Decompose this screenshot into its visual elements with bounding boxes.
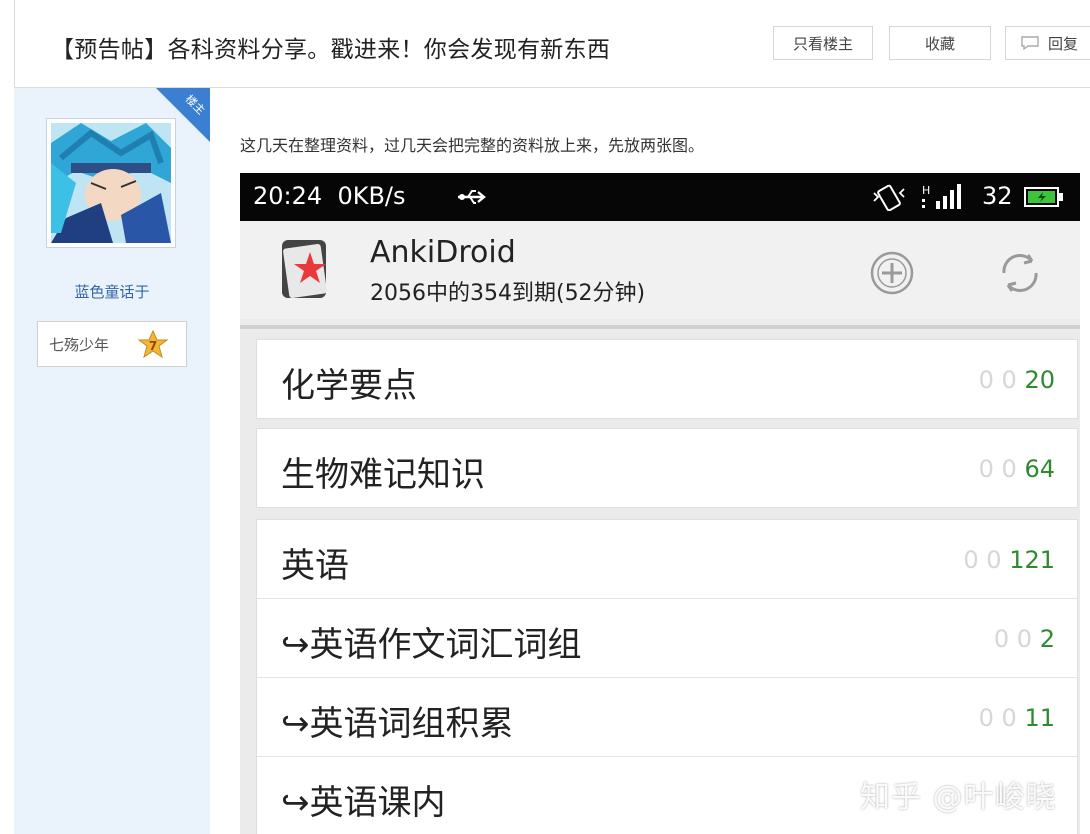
deck-name: ↪英语词组积累 (281, 704, 514, 744)
deck-row-biology[interactable]: 生物难记知识 0 0 64 (257, 429, 1079, 507)
post-title: 【预告帖】各科资料分享。戳进来！你会发现有新东西 (51, 37, 611, 63)
due-count: 2 (1039, 625, 1055, 653)
learn-count: 0 (1001, 366, 1017, 394)
favorite-button[interactable]: 收藏 (889, 26, 991, 60)
post-content-text: 这几天在整理资料，过几天会把完整的资料放上来，先放两张图。 (240, 136, 705, 155)
deck-name: 英语 (281, 546, 349, 586)
ankidroid-logo-icon[interactable] (280, 238, 330, 300)
deck-name: 化学要点 (281, 366, 417, 406)
new-count: 0 (978, 704, 994, 732)
deck-row-chemistry[interactable]: 化学要点 0 0 20 (257, 340, 1079, 418)
reply-button[interactable]: 回复 (1005, 26, 1090, 60)
learn-count: 0 (1001, 455, 1017, 483)
due-count: 64 (1024, 455, 1055, 483)
deck-card: 生物难记知识 0 0 64 (256, 428, 1078, 508)
deck-name: ↪英语作文词汇词组 (281, 625, 582, 665)
status-clock: 20:24 (253, 182, 323, 210)
due-count: 20 (1024, 366, 1055, 394)
signal-icon: H (922, 184, 961, 209)
add-icon[interactable] (868, 249, 916, 297)
new-count: 0 (963, 546, 979, 574)
new-count: 0 (978, 455, 994, 483)
reply-label: 回复 (1048, 34, 1079, 53)
deck-counts: 0 0 2 (994, 625, 1055, 653)
author-rank: 七殇少年 7 (37, 321, 187, 367)
deck-row-english[interactable]: 英语 0 0 121 (257, 520, 1079, 598)
deck-counts: 0 0 20 (979, 366, 1055, 394)
deck-row-english-writing[interactable]: ↪英语作文词汇词组 0 0 2 (257, 599, 1079, 677)
deck-counts: 0 0 121 (963, 546, 1055, 574)
app-subtitle: 2056中的354到期(52分钟) (370, 281, 646, 306)
deck-name: ↪英语课内 (281, 783, 446, 823)
new-count: 0 (978, 366, 994, 394)
avatar-image (51, 123, 171, 243)
only-op-button[interactable]: 只看楼主 (773, 26, 873, 60)
vibrate-icon (873, 184, 905, 211)
zhihu-watermark: 知乎 @叶峻晓 (860, 780, 1057, 815)
network-type: H (922, 184, 930, 197)
author-name[interactable]: 蓝色童话于 (14, 281, 210, 302)
rank-label: 七殇少年 (49, 335, 110, 354)
new-count: 0 (993, 625, 1010, 653)
action-bar-divider (240, 325, 1080, 329)
deck-counts: 0 0 64 (979, 455, 1055, 483)
avatar[interactable] (46, 118, 176, 248)
app-title: AnkiDroid (370, 235, 516, 270)
deck-name: 生物难记知识 (281, 455, 485, 495)
battery-icon (1024, 187, 1063, 207)
post-header: 【预告帖】各科资料分享。戳进来！你会发现有新东西 只看楼主 收藏 回复 (14, 0, 1090, 88)
learn-count: 0 (1016, 625, 1033, 653)
status-time: 20:24 0KB/s (253, 182, 406, 210)
learn-count: 0 (986, 546, 1002, 574)
level-number: 7 (149, 339, 157, 353)
level-star-icon: 7 (137, 330, 169, 359)
app-action-bar: AnkiDroid 2056中的354到期(52分钟) (240, 221, 1080, 319)
phone-screenshot: 20:24 0KB/s H 32 AnkiDroid 2056中的354到期(5… (240, 173, 1080, 834)
usb-icon (458, 190, 486, 204)
battery-percent: 32 (982, 182, 1013, 210)
phone-status-bar: 20:24 0KB/s H 32 (240, 173, 1080, 221)
status-speed: 0KB/s (337, 182, 406, 210)
learn-count: 0 (1001, 704, 1017, 732)
due-count: 11 (1024, 704, 1055, 732)
due-count: 121 (1009, 546, 1055, 574)
deck-row-english-phrases[interactable]: ↪英语词组积累 0 0 11 (257, 678, 1079, 756)
deck-card: 化学要点 0 0 20 (256, 339, 1078, 419)
comment-icon (1021, 36, 1039, 50)
deck-counts: 0 0 11 (979, 704, 1055, 732)
author-sidebar: 楼主 蓝色童话于 七殇少年 7 (14, 88, 210, 834)
sync-icon[interactable] (992, 245, 1048, 301)
